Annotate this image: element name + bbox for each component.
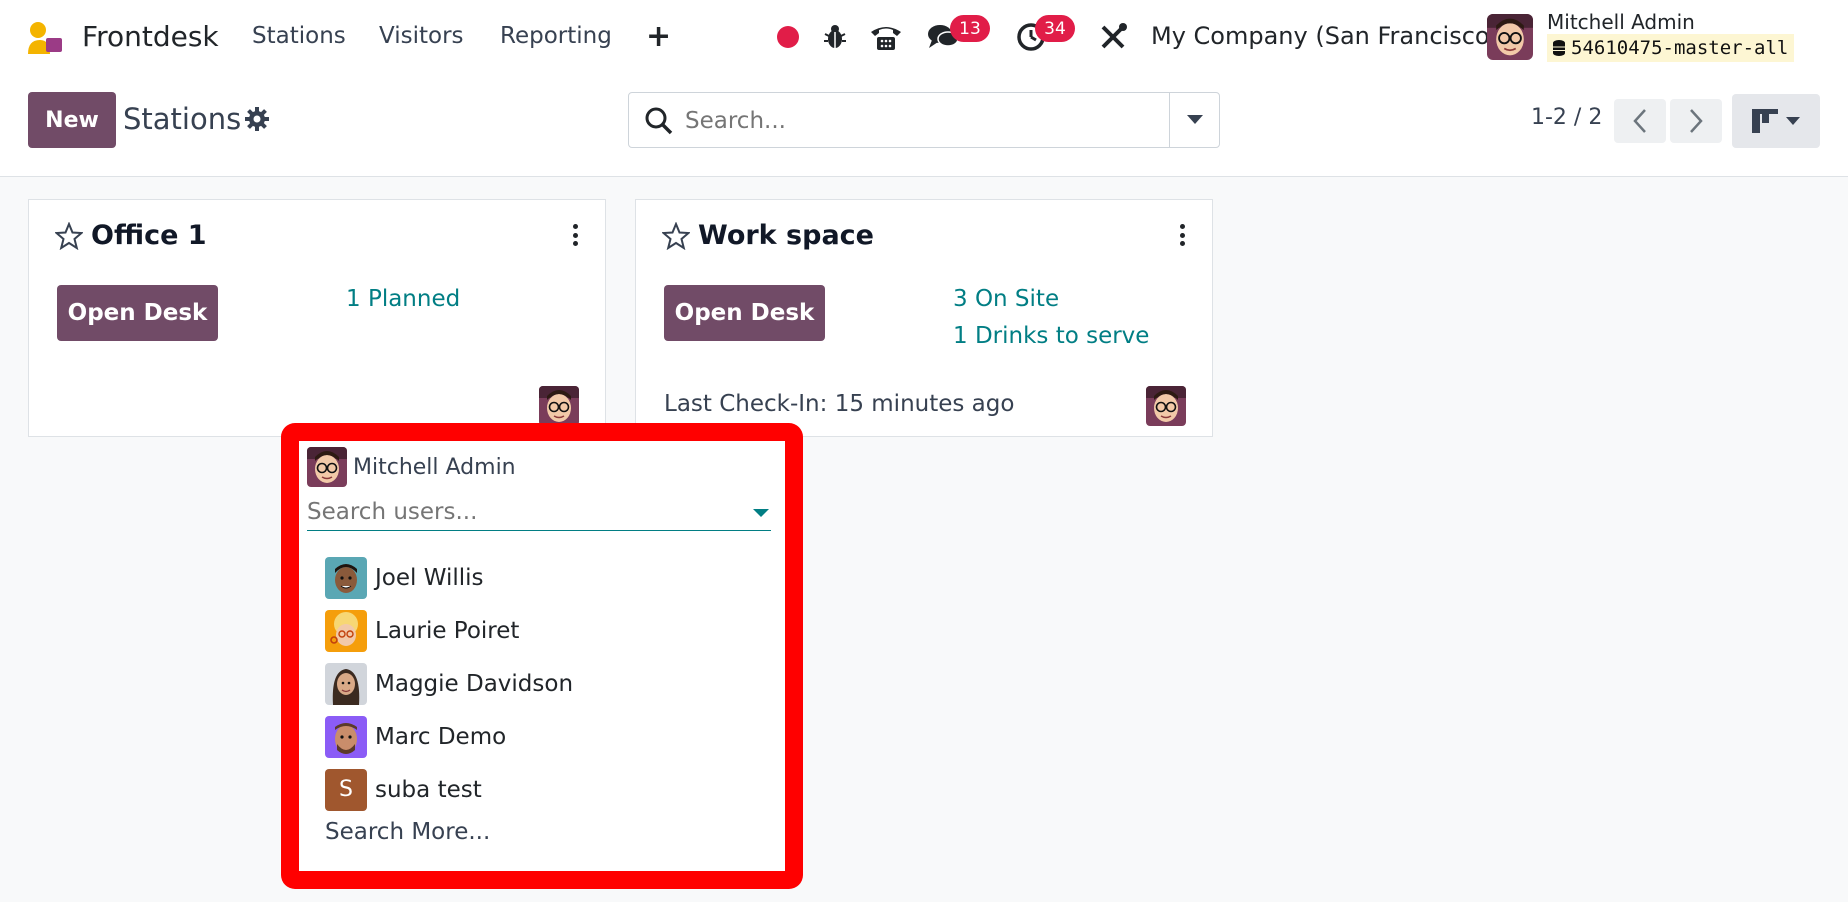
user-option-label: Marc Demo: [375, 723, 507, 750]
planned-visitors-link[interactable]: 1 Planned: [346, 286, 460, 312]
avatar: [325, 715, 367, 758]
company-switcher[interactable]: My Company (San Francisco): [1151, 22, 1499, 50]
database-name: 54610475-master-all: [1571, 37, 1789, 59]
activities-count-badge: 34: [1035, 15, 1075, 42]
menu-stations[interactable]: Stations: [252, 23, 346, 49]
caret-down-icon: [1186, 115, 1203, 124]
kebab-menu-icon[interactable]: [1174, 222, 1190, 248]
user-option-marc-demo[interactable]: Marc Demo: [325, 710, 765, 763]
recording-dot-icon[interactable]: [771, 20, 805, 54]
kebab-menu-icon[interactable]: [567, 222, 583, 248]
top-navbar: Frontdesk Stations Visitors Reporting + …: [0, 0, 1848, 74]
user-option-label: Maggie Davidson: [375, 670, 574, 697]
user-name[interactable]: Mitchell Admin: [1547, 10, 1695, 34]
add-menu-button[interactable]: +: [646, 19, 671, 54]
assignee-name: Mitchell Admin: [353, 454, 516, 480]
search-input[interactable]: [685, 105, 1155, 137]
user-select-popover: Mitchell Admin Joel Willis Laurie Poiret…: [281, 423, 803, 889]
on-site-visitors-link[interactable]: 3 On Site: [953, 286, 1059, 312]
station-card[interactable]: Work space Open Desk 3 On Site 1 Drinks …: [635, 199, 1213, 437]
kanban-area: Office 1 Open Desk 1 Planned Work space …: [0, 177, 1848, 902]
avatar: S: [325, 768, 367, 811]
database-tag: 54610475-master-all: [1547, 34, 1795, 62]
avatar: [325, 556, 367, 599]
current-assignee[interactable]: Mitchell Admin: [307, 447, 516, 487]
user-option-joel-willis[interactable]: Joel Willis: [325, 551, 765, 604]
gear-icon[interactable]: [244, 106, 270, 132]
avatar: [325, 609, 367, 652]
responsible-avatar[interactable]: [539, 386, 579, 426]
star-icon[interactable]: [662, 222, 690, 250]
page-title: Stations: [123, 102, 242, 136]
star-icon[interactable]: [55, 222, 83, 250]
search-bar: [628, 92, 1220, 148]
dropdown-caret-icon[interactable]: [753, 509, 769, 517]
search-options-toggle[interactable]: [1169, 93, 1219, 147]
open-desk-button[interactable]: Open Desk: [57, 285, 218, 341]
user-options-list: Joel Willis Laurie Poiret Maggie Davidso…: [325, 551, 765, 816]
user-option-suba-test[interactable]: S suba test: [325, 763, 765, 816]
debug-bug-icon[interactable]: [818, 20, 852, 54]
kanban-view-icon: [1752, 109, 1778, 133]
chevron-right-icon: [1690, 109, 1703, 133]
user-option-label: suba test: [375, 776, 482, 803]
user-option-maggie-davidson[interactable]: Maggie Davidson: [325, 657, 765, 710]
drinks-to-serve-link[interactable]: 1 Drinks to serve: [953, 323, 1149, 349]
database-icon: [1553, 40, 1565, 56]
user-option-label: Joel Willis: [375, 564, 484, 591]
avatar: [307, 447, 347, 487]
station-card[interactable]: Office 1 Open Desk 1 Planned: [28, 199, 606, 437]
messages-count-badge: 13: [950, 15, 990, 42]
user-option-label: Laurie Poiret: [375, 617, 520, 644]
station-title: Office 1: [91, 220, 207, 251]
phone-icon[interactable]: [869, 20, 903, 54]
menu-visitors[interactable]: Visitors: [379, 23, 464, 49]
user-avatar[interactable]: [1487, 14, 1533, 60]
view-switcher-button[interactable]: [1732, 94, 1820, 148]
pager-next-button[interactable]: [1670, 99, 1722, 143]
new-button[interactable]: New: [28, 92, 116, 148]
pager-value[interactable]: 1-2 / 2: [1531, 105, 1602, 130]
user-search-field: [307, 495, 771, 531]
chevron-left-icon: [1633, 109, 1646, 133]
pager-previous-button[interactable]: [1614, 99, 1666, 143]
control-panel: New Stations 1-2 / 2: [0, 74, 1848, 177]
responsible-avatar[interactable]: [1146, 386, 1186, 426]
caret-down-icon: [1786, 117, 1800, 125]
settings-tools-icon[interactable]: [1096, 20, 1130, 54]
frontdesk-logo-icon[interactable]: [26, 20, 64, 56]
search-icon: [645, 107, 673, 135]
menu-reporting[interactable]: Reporting: [500, 23, 612, 49]
app-name[interactable]: Frontdesk: [82, 20, 219, 53]
last-checkin-text: Last Check-In: 15 minutes ago: [664, 391, 1015, 417]
avatar: [325, 662, 367, 705]
user-option-laurie-poiret[interactable]: Laurie Poiret: [325, 604, 765, 657]
search-more-link[interactable]: Search More...: [325, 819, 490, 845]
station-title: Work space: [698, 220, 874, 251]
open-desk-button[interactable]: Open Desk: [664, 285, 825, 341]
user-search-input[interactable]: [307, 495, 727, 529]
